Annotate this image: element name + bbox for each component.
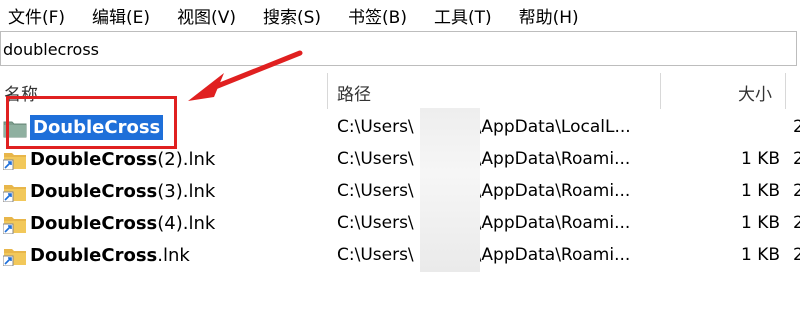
column-divider[interactable] xyxy=(660,73,661,109)
menu-bar: 文件(F) 编辑(E) 视图(V) 搜索(S) 书签(B) 工具(T) 帮助(H… xyxy=(0,0,800,30)
annotation-highlight-box xyxy=(6,96,177,149)
menu-file[interactable]: 文件(F) xyxy=(8,3,65,28)
shortcut-icon xyxy=(3,217,26,234)
menu-help[interactable]: 帮助(H) xyxy=(519,3,579,28)
file-path: C:\Users\ \AppData\Roami... xyxy=(337,181,631,201)
file-name: DoubleCross (3).lnk xyxy=(30,180,216,202)
column-header-path[interactable]: 路径 xyxy=(337,75,371,109)
file-name: DoubleCross (4).lnk xyxy=(30,212,216,234)
menu-tools[interactable]: 工具(T) xyxy=(434,3,492,28)
shortcut-icon xyxy=(3,153,26,170)
file-path: C:\Users\ \AppData\Roami... xyxy=(337,213,631,233)
file-date: 2 xyxy=(793,245,800,265)
file-date: 2 xyxy=(793,149,800,169)
menu-view[interactable]: 视图(V) xyxy=(177,3,236,28)
file-date: 2 xyxy=(793,213,800,233)
shortcut-icon xyxy=(3,249,26,266)
table-row[interactable]: DoubleCross (3).lnk C:\Users\ \AppData\Ro… xyxy=(0,175,800,207)
column-header-size[interactable]: 大小 xyxy=(738,75,772,109)
column-divider[interactable] xyxy=(327,73,328,109)
file-size: 1 KB xyxy=(740,149,780,169)
file-size: 1 KB xyxy=(740,245,780,265)
file-size: 1 KB xyxy=(740,181,780,201)
table-row[interactable]: DoubleCross (4).lnk C:\Users\ \AppData\Ro… xyxy=(0,207,800,239)
menu-bookmarks[interactable]: 书签(B) xyxy=(348,3,407,28)
file-path: C:\Users\ \AppData\Roami... xyxy=(337,149,631,169)
file-path: C:\Users\ \AppData\LocalL... xyxy=(337,117,631,137)
column-divider[interactable] xyxy=(785,73,786,109)
file-name: DoubleCross .lnk xyxy=(30,244,190,266)
search-input[interactable] xyxy=(3,38,783,60)
menu-edit[interactable]: 编辑(E) xyxy=(92,3,150,28)
file-size: 1 KB xyxy=(740,213,780,233)
file-date: 2 xyxy=(793,181,800,201)
menu-search[interactable]: 搜索(S) xyxy=(263,3,321,28)
annotation-arrow-icon xyxy=(188,50,303,101)
shortcut-icon xyxy=(3,185,26,202)
file-path: C:\Users\ \AppData\Roami... xyxy=(337,245,631,265)
file-date: 2 xyxy=(793,117,800,137)
redaction-blur xyxy=(420,108,480,272)
search-box xyxy=(0,31,797,66)
table-row[interactable]: DoubleCross .lnk C:\Users\ \AppData\Roami.… xyxy=(0,239,800,271)
